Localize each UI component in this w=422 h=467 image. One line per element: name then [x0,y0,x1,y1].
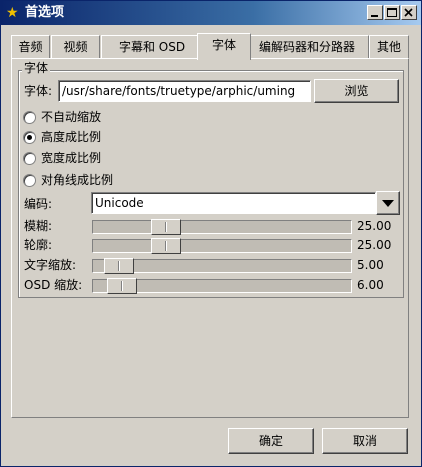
radio-proportional-height-label: 高度成比例 [41,130,102,144]
cancel-button[interactable]: 取消 [322,428,408,454]
encoding-select[interactable]: Unicode [91,192,376,214]
outline-value: 25.00 [357,238,392,252]
tab-audio[interactable]: 音频 [11,35,50,59]
tab-subtitles-osd[interactable]: 字幕和 OSD [101,35,203,59]
osd-scale-label: OSD 缩放: [24,278,83,292]
outline-label: 轮廓: [24,238,53,252]
tab-label: 编解码器和分路器 [258,40,355,54]
font-label: 字体: [24,84,53,98]
text-scale-label: 文字缩放: [24,258,77,272]
window-title: 首选项 [25,5,65,20]
chevron-down-icon [382,200,394,207]
tab-label: 字幕和 OSD [118,40,186,54]
minimize-button[interactable] [367,5,383,20]
tab-codecs-demuxers[interactable]: 编解码器和分路器 [245,35,369,59]
text-scale-slider-thumb[interactable] [104,258,134,274]
tab-label: 视频 [63,40,88,54]
blur-label: 模糊: [24,219,53,233]
tab-other[interactable]: 其他 [369,35,409,59]
minimize-icon [371,15,378,17]
osd-scale-value: 6.00 [357,278,384,292]
close-button[interactable] [401,5,417,20]
encoding-dropdown-button[interactable] [376,191,400,215]
text-scale-value: 5.00 [357,258,384,272]
osd-scale-slider[interactable] [92,278,352,294]
font-group-title: 字体 [22,61,51,75]
tab-label: 其他 [376,40,401,54]
browse-button[interactable]: 浏览 [314,79,399,103]
tab-label: 字体 [211,38,236,52]
encoding-label: 编码: [24,197,53,211]
radio-proportional-height[interactable] [23,131,36,144]
star-icon: ★ [6,5,19,21]
close-icon [404,8,413,17]
tab-video[interactable]: 视频 [51,35,100,59]
tab-label: 音频 [18,40,43,54]
outline-slider-thumb[interactable] [151,238,181,254]
radio-no-autoscale-label: 不自动缩放 [41,110,102,124]
font-path-input[interactable]: /usr/share/fonts/truetype/arphic/uming [58,80,311,102]
radio-proportional-width-label: 宽度成比例 [41,151,102,165]
radio-no-autoscale[interactable] [23,111,36,124]
tab-font[interactable]: 字体 [197,33,251,60]
blur-slider-thumb[interactable] [151,219,181,235]
radio-selected-dot [27,135,32,140]
radio-proportional-diagonal-label: 对角线成比例 [41,173,114,187]
radio-proportional-diagonal[interactable] [23,174,36,187]
outline-slider[interactable] [92,238,352,254]
title-bar[interactable]: ★ 首选项 [1,1,421,25]
blur-value: 25.00 [357,219,392,233]
maximize-button[interactable] [384,5,400,20]
osd-scale-slider-thumb[interactable] [107,278,137,294]
maximize-icon [387,8,397,17]
ok-button[interactable]: 确定 [228,428,314,454]
blur-slider[interactable] [92,219,352,235]
radio-proportional-width[interactable] [23,152,36,165]
text-scale-slider[interactable] [92,258,352,274]
